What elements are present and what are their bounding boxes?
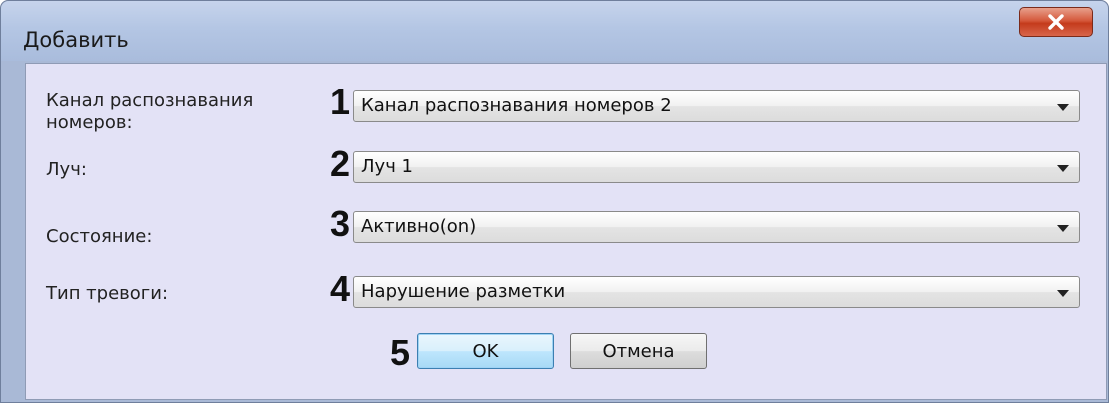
ray-select-value: Луч 1 [361,156,413,177]
dialog-title: Добавить [23,28,129,52]
state-select-value: Активно(on) [361,216,477,237]
callout-number-1: 1 [329,81,350,122]
callout-number-5: 5 [389,332,410,373]
alarm-type-select[interactable]: Нарушение разметки [353,276,1080,308]
alarm-type-label: Тип тревоги: [46,283,169,304]
chevron-down-icon [1057,225,1069,232]
state-label: Состояние: [46,226,153,247]
alarm-type-select-value: Нарушение разметки [361,281,566,302]
title-bar[interactable]: Добавить [1,1,1108,61]
add-dialog-window: Добавить [0,0,1109,403]
channel-select-value: Канал распознавания номеров 2 [361,95,672,116]
callout-number-4: 4 [329,268,350,309]
ray-select[interactable]: Луч 1 [353,151,1080,183]
chevron-down-icon [1057,165,1069,172]
close-button[interactable] [1019,7,1093,37]
callout-number-2: 2 [329,143,350,184]
ray-label: Луч: [46,159,87,180]
cancel-button[interactable]: Отмена [570,333,707,369]
ok-button[interactable]: OK [417,333,554,369]
channel-label: Канал распознавания номеров: [46,90,254,133]
state-select[interactable]: Активно(on) [353,211,1080,243]
chevron-down-icon [1057,290,1069,297]
channel-select[interactable]: Канал распознавания номеров 2 [353,90,1080,122]
close-icon [1048,14,1064,30]
callout-number-3: 3 [329,203,350,244]
chevron-down-icon [1057,104,1069,111]
